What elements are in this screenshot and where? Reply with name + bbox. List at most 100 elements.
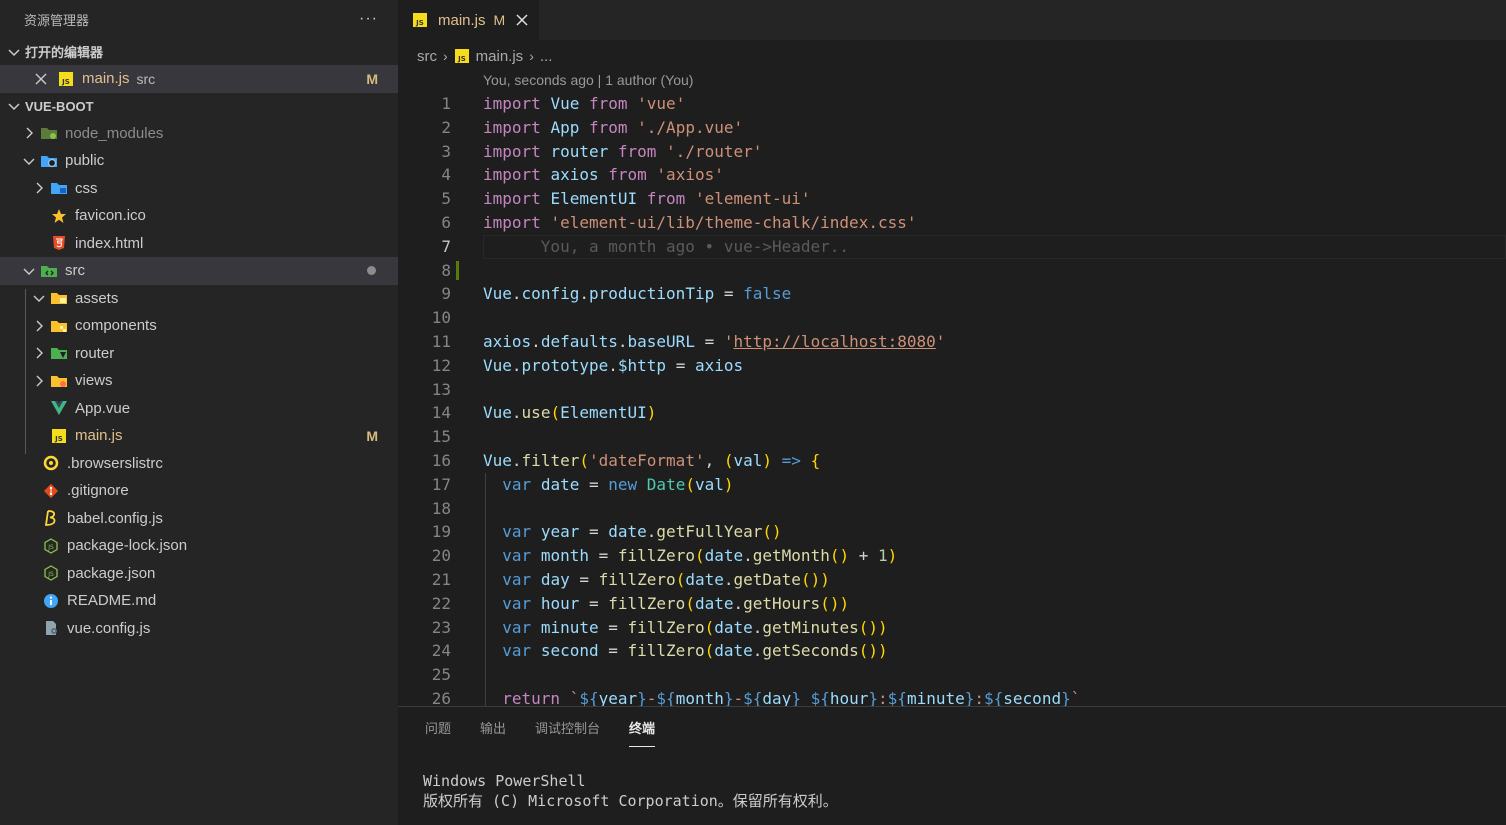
tree-item-favicon[interactable]: favicon.ico <box>0 202 398 230</box>
chevron-right-icon <box>36 347 43 359</box>
project-section[interactable]: VUE-BOOT <box>0 93 398 120</box>
code-line[interactable]: 20 var month = fillZero(date.getMonth() … <box>398 544 1506 568</box>
svg-text:JS: JS <box>61 78 70 86</box>
modified-badge: M <box>366 70 378 87</box>
tab-debug-console[interactable]: 调试控制台 <box>535 707 600 751</box>
code-line[interactable]: 23 var minute = fillZero(date.getMinutes… <box>398 616 1506 640</box>
tree-item-components[interactable]: components <box>0 312 398 340</box>
code-line[interactable]: 16 Vue.filter('dateFormat', (val) => { <box>398 449 1506 473</box>
code-text: Vue.use(ElementUI) <box>483 403 657 423</box>
code-line[interactable]: 2 import App from './App.vue' <box>398 116 1506 140</box>
code-line[interactable]: 1 import Vue from 'vue' <box>398 92 1506 116</box>
tree-item-router[interactable]: router <box>0 340 398 368</box>
code-line[interactable]: 25 <box>398 663 1506 687</box>
chevron-right-icon <box>36 320 43 332</box>
tree-item-vue-config[interactable]: vue.config.js <box>0 615 398 643</box>
line-number: 9 <box>441 284 451 304</box>
tree-item-label: vue.config.js <box>67 619 151 637</box>
tree-item-label: css <box>75 179 98 197</box>
code-text: var hour = fillZero(date.getHours()) <box>502 593 850 613</box>
line-number: 5 <box>441 189 451 209</box>
tree-item-label: package-lock.json <box>67 537 188 555</box>
tab-modified-badge: M <box>493 12 506 28</box>
code-line[interactable]: 7 You, a month ago • vue->Header.. <box>398 234 1506 259</box>
open-editor-folder: src <box>136 70 156 87</box>
code-line[interactable]: 13 <box>398 378 1506 402</box>
code-text: Vue.filter('dateFormat', (val) => { <box>483 450 821 470</box>
tree-item-babel-config[interactable]: babel.config.js <box>0 505 398 533</box>
more-actions-button[interactable]: ··· <box>359 10 378 28</box>
code-line[interactable]: 14 Vue.use(ElementUI) <box>398 401 1506 425</box>
open-editors-section[interactable]: 打开的编辑器 <box>0 38 398 65</box>
svg-text:JS: JS <box>47 544 54 551</box>
tree-item-main-js[interactable]: JS main.js M <box>0 422 398 450</box>
line-number: 2 <box>441 117 451 137</box>
code-line[interactable]: 5 import ElementUI from 'element-ui' <box>398 187 1506 211</box>
tree-item-package-json[interactable]: JS package.json <box>0 560 398 588</box>
tree-item-assets[interactable]: assets <box>0 285 398 313</box>
tab-problems[interactable]: 问题 <box>425 707 451 751</box>
tree-item-label: views <box>75 372 113 390</box>
explorer-header: 资源管理器 ··· <box>0 0 398 38</box>
code-line[interactable]: 17 var date = new Date(val) <box>398 473 1506 497</box>
tree-item-package-lock[interactable]: JS package-lock.json <box>0 532 398 560</box>
code-line[interactable]: 12 Vue.prototype.$http = axios <box>398 354 1506 378</box>
open-editor-item[interactable]: JS main.js src M <box>0 65 398 93</box>
tree-item-browserslistrc[interactable]: .browserslistrc <box>0 450 398 478</box>
tree-item-app-vue[interactable]: App.vue <box>0 395 398 423</box>
tree-item-label: public <box>65 152 105 170</box>
tree-item-public[interactable]: public <box>0 147 398 175</box>
close-icon[interactable] <box>515 13 529 27</box>
tree-item-src[interactable]: src <box>0 257 398 285</box>
code-line[interactable]: 18 <box>398 497 1506 521</box>
chevron-down-icon <box>23 268 35 275</box>
breadcrumb-file[interactable]: main.js <box>476 48 524 65</box>
inline-blame: You, a month ago • vue->Header.. <box>540 236 850 256</box>
html5-icon <box>50 234 68 252</box>
line-number: 13 <box>431 379 451 399</box>
svg-text:JS: JS <box>415 19 424 27</box>
close-icon[interactable] <box>34 72 48 86</box>
tree-item-css[interactable]: css <box>0 175 398 203</box>
code-line[interactable]: 9 Vue.config.productionTip = false <box>398 282 1506 306</box>
code-line[interactable]: 22 var hour = fillZero(date.getHours()) <box>398 592 1506 616</box>
terminal-line: Windows PowerShell <box>423 772 586 790</box>
tree-item-gitignore[interactable]: .gitignore <box>0 477 398 505</box>
public-folder-icon <box>40 152 58 170</box>
line-number: 26 <box>431 688 451 706</box>
open-editors-label: 打开的编辑器 <box>25 45 104 60</box>
tree-item-label: .gitignore <box>67 482 129 500</box>
tree-item-views[interactable]: views <box>0 367 398 395</box>
code-line[interactable]: 21 var day = fillZero(date.getDate()) <box>398 568 1506 592</box>
css-folder-icon <box>50 179 68 197</box>
code-line[interactable]: 15 <box>398 425 1506 449</box>
code-line[interactable]: 19 var year = date.getFullYear() <box>398 520 1506 544</box>
code-line[interactable]: 26 return `${year}-${month}-${day} ${hou… <box>398 687 1506 706</box>
code-line[interactable]: 6 import 'element-ui/lib/theme-chalk/inde… <box>398 211 1506 235</box>
tree-item-index-html[interactable]: index.html <box>0 230 398 258</box>
breadcrumb-folder[interactable]: src <box>417 48 437 65</box>
tree-item-readme[interactable]: README.md <box>0 587 398 615</box>
code-line[interactable]: 11 axios.defaults.baseURL = 'http://local… <box>398 330 1506 354</box>
code-text: var second = fillZero(date.getSeconds()) <box>502 641 888 661</box>
code-text: return `${year}-${month}-${day} ${hour}:… <box>502 688 1081 706</box>
tab-label: main.js <box>438 11 486 29</box>
tab-output[interactable]: 输出 <box>480 707 506 751</box>
code-line[interactable]: 4 import axios from 'axios' <box>398 163 1506 187</box>
code-line[interactable]: 24 var second = fillZero(date.getSeconds… <box>398 639 1506 663</box>
line-number: 22 <box>431 593 451 613</box>
line-number: 8 <box>441 260 451 280</box>
tab-main-js[interactable]: JS main.js M <box>398 0 540 40</box>
code-line[interactable]: 3 import router from './router' <box>398 140 1506 164</box>
tab-terminal[interactable]: 终端 <box>629 707 656 751</box>
tree-item-label: README.md <box>67 592 157 610</box>
tree-item-node-modules[interactable]: node_modules <box>0 120 398 148</box>
code-line[interactable]: 10 <box>398 306 1506 330</box>
explorer-title: 资源管理器 <box>24 12 90 28</box>
code-editor[interactable]: 1 import Vue from 'vue' 2 import App from '… <box>398 92 1506 706</box>
breadcrumb-more[interactable]: ... <box>540 48 553 65</box>
codelens-blame[interactable]: You, seconds ago | 1 author (You) <box>483 72 693 88</box>
chevron-down-icon <box>23 158 35 165</box>
code-line[interactable]: 8 <box>398 259 1506 283</box>
terminal-output[interactable]: Windows PowerShell 版权所有 (C) Microsoft Cor… <box>423 771 838 811</box>
